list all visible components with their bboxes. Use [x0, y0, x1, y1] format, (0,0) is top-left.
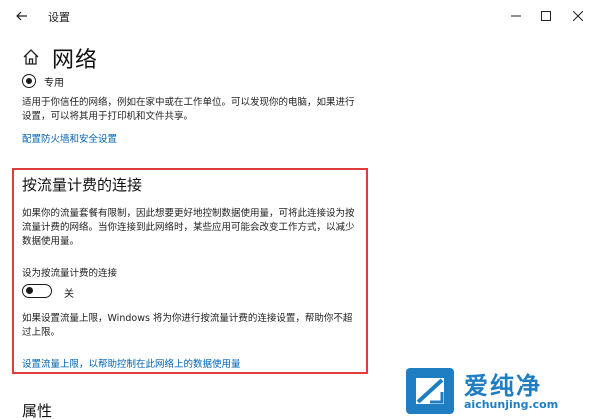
watermark-url-text: aichunjing.com: [464, 398, 559, 411]
set-data-limit-link[interactable]: 设置流量上限，以帮助控制在此网络上的数据使用量: [22, 356, 241, 370]
close-icon: [573, 11, 583, 21]
watermark: 爱纯净 aichunjing.com: [400, 362, 600, 420]
data-limit-description: 如果设置流量上限，Windows 将为你进行按流量计费的连接设置，帮助你不超过上…: [22, 313, 353, 338]
settings-window: 设置 网络 专用 适用于你信任的网络，例如在家中或在工作单位。可以发现你的电脑，…: [0, 0, 600, 420]
maximize-button[interactable]: [532, 5, 560, 27]
window-title: 设置: [48, 11, 70, 24]
toggle-state-label: 关: [64, 289, 74, 300]
close-button[interactable]: [564, 5, 592, 27]
back-button[interactable]: [10, 5, 34, 27]
page-title: 网络: [52, 48, 99, 73]
toggle-knob: [26, 287, 33, 294]
title-bar: 设置: [0, 0, 600, 34]
metered-toggle-label: 设为按流量计费的连接: [22, 268, 118, 279]
maximize-icon: [541, 11, 551, 21]
watermark-brand-text: 爱纯净: [464, 372, 542, 400]
radio-button-icon: [22, 74, 36, 88]
home-icon[interactable]: [22, 48, 40, 66]
radio-label: 专用: [44, 77, 64, 89]
back-arrow-icon: [16, 11, 27, 21]
metered-connection-description: 如果你的流量套餐有限制，因此想要更好地控制数据使用量，可将此连接设为按流量计费的…: [22, 208, 355, 247]
metered-connection-heading: 按流量计费的连接: [22, 176, 143, 194]
firewall-settings-link[interactable]: 配置防火墙和安全设置: [22, 131, 117, 145]
properties-heading: 属性: [22, 402, 53, 420]
private-network-radio[interactable]: 专用: [22, 72, 64, 90]
minimize-icon: [511, 15, 521, 17]
private-network-description: 适用于你信任的网络，例如在家中或在工作单位。可以发现你的电脑，如果进行设置，可以…: [22, 97, 355, 122]
minimize-button[interactable]: [502, 5, 530, 27]
metered-connection-toggle[interactable]: [22, 284, 52, 298]
watermark-logo-icon: [406, 368, 454, 414]
